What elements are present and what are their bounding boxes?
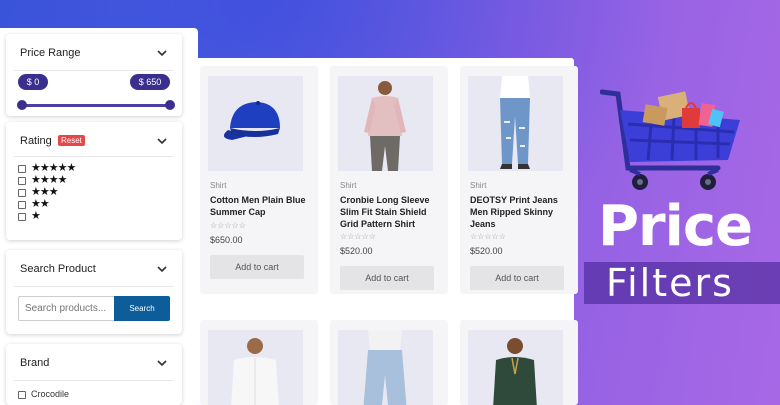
- brand-card: Brand Crocodile: [6, 344, 182, 405]
- checkbox[interactable]: [18, 189, 26, 197]
- product-image[interactable]: [338, 330, 433, 405]
- product-card[interactable]: Shirt Cronbie Long Sleeve Slim Fit Stain…: [330, 66, 448, 294]
- checkbox[interactable]: [18, 177, 26, 185]
- product-category: Shirt: [340, 181, 357, 190]
- checkbox[interactable]: [18, 201, 26, 209]
- add-to-cart-button[interactable]: Add to cart: [340, 266, 434, 290]
- product-category: Shirt: [470, 181, 487, 190]
- product-card[interactable]: Shirt Cotton Men Plain Blue Summer Cap ☆…: [200, 66, 318, 294]
- product-price: $520.00: [470, 246, 503, 256]
- checkbox[interactable]: [18, 213, 26, 221]
- blue-cap-image: [223, 101, 280, 140]
- product-image[interactable]: [208, 330, 303, 405]
- search-input[interactable]: [18, 296, 114, 321]
- price-min-handle[interactable]: [17, 100, 27, 110]
- product-card[interactable]: [330, 320, 448, 405]
- chevron-down-icon[interactable]: [156, 263, 168, 275]
- checkbox[interactable]: [18, 165, 26, 173]
- product-card[interactable]: Shirt DEOTSY Print Jeans Men Ripped Skin…: [460, 66, 578, 294]
- price-max-handle[interactable]: [165, 100, 175, 110]
- chevron-down-icon[interactable]: [156, 357, 168, 369]
- add-to-cart-button[interactable]: Add to cart: [210, 255, 304, 279]
- product-rating-stars: ☆☆☆☆☆: [340, 232, 376, 241]
- product-image[interactable]: [208, 76, 303, 171]
- product-image[interactable]: [468, 330, 563, 405]
- banner-title-filters: Filters: [606, 261, 734, 305]
- chevron-down-icon[interactable]: [156, 47, 168, 59]
- green-kurta-man-image: [493, 338, 537, 405]
- checkbox[interactable]: [18, 391, 26, 399]
- product-name[interactable]: Cotton Men Plain Blue Summer Cap: [210, 194, 314, 218]
- product-price: $650.00: [210, 235, 243, 245]
- product-image[interactable]: [338, 76, 433, 171]
- product-image[interactable]: [468, 76, 563, 171]
- product-card[interactable]: [460, 320, 578, 405]
- rating-reset-badge[interactable]: Reset: [58, 135, 85, 146]
- divider: [14, 380, 174, 381]
- light-jeans-man-image: [363, 330, 407, 405]
- price-range-card: Price Range $ 0 $ 650: [6, 34, 182, 116]
- brand-label: Crocodile: [31, 389, 70, 399]
- pink-shirt-man-image: [364, 81, 406, 171]
- filter-sidebar: Price Range $ 0 $ 650 Rating Reset ★★★★★…: [0, 28, 198, 405]
- brand-title: Brand: [20, 357, 50, 369]
- rating-stars: ★: [31, 210, 41, 222]
- add-to-cart-button[interactable]: Add to cart: [470, 266, 564, 290]
- divider: [14, 156, 174, 157]
- product-name[interactable]: DEOTSY Print Jeans Men Ripped Skinny Jea…: [470, 194, 574, 230]
- white-shirt-man-image: [231, 338, 279, 405]
- product-grid: Shirt Cotton Men Plain Blue Summer Cap ☆…: [196, 58, 578, 405]
- rating-card: Rating Reset ★★★★★ ★★★★ ★★★ ★★ ★: [6, 122, 182, 240]
- chevron-down-icon[interactable]: [156, 135, 168, 147]
- product-price: $520.00: [340, 246, 373, 256]
- banner-title-price: Price: [598, 194, 753, 259]
- price-min-label: $ 0: [18, 74, 48, 90]
- product-card[interactable]: [200, 320, 318, 405]
- search-product-title: Search Product: [20, 263, 96, 275]
- ripped-jeans-man-image: [500, 76, 530, 169]
- divider: [14, 286, 174, 287]
- price-max-label: $ 650: [130, 74, 170, 90]
- product-name[interactable]: Cronbie Long Sleeve Slim Fit Stain Shiel…: [340, 194, 444, 230]
- shopping-cart-icon: [600, 89, 740, 190]
- price-range-title: Price Range: [20, 47, 81, 59]
- price-range-track[interactable]: [22, 104, 170, 107]
- rating-title: Rating: [20, 135, 52, 147]
- product-rating-stars: ☆☆☆☆☆: [470, 232, 506, 241]
- search-button[interactable]: Search: [114, 296, 170, 321]
- product-category: Shirt: [210, 181, 227, 190]
- divider: [14, 70, 174, 71]
- search-product-card: Search Product Search: [6, 250, 182, 334]
- product-rating-stars: ☆☆☆☆☆: [210, 221, 246, 230]
